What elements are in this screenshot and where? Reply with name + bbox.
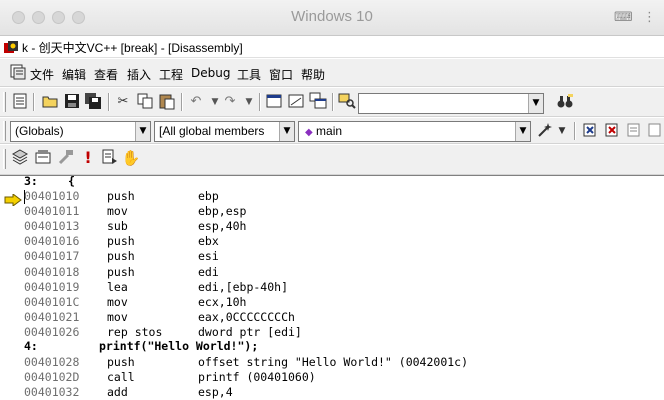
function-combo[interactable]: ◆ main (298, 121, 531, 142)
document-system-icon[interactable] (10, 64, 26, 80)
instruction-address: 00401019 (24, 279, 80, 294)
workspace-window-icon[interactable] (264, 92, 284, 112)
go-icon[interactable] (100, 148, 120, 168)
redo-icon[interactable]: ↷ (220, 92, 240, 112)
instruction-operands: dword ptr [edi] (198, 324, 302, 339)
source-line-number: 3: (24, 174, 38, 188)
output-window-icon[interactable] (286, 92, 306, 112)
instruction-address: 00401026 (24, 324, 80, 339)
instruction-address: 00401010 (24, 189, 80, 203)
instruction-operands: ebp (198, 189, 219, 203)
more-icon[interactable]: ⋮ (643, 10, 656, 25)
cut-icon[interactable]: ✂ (113, 92, 133, 112)
menu-tools[interactable]: 工具 (237, 66, 261, 83)
instruction-mnemonic: push (107, 355, 135, 369)
instruction-pointer-arrow-icon (4, 191, 22, 207)
instruction-address: 00401017 (24, 249, 80, 264)
find-binoculars-icon[interactable] (555, 92, 575, 112)
toolbar-grip[interactable] (3, 92, 6, 112)
stop-build-grey-icon[interactable] (56, 148, 76, 168)
execute-icon[interactable]: ! (78, 148, 98, 168)
instruction-operands: esp,40h (198, 219, 247, 234)
instruction-mnemonic: mov (107, 294, 128, 309)
save-icon[interactable] (62, 92, 82, 112)
menu-project[interactable]: 工程 (159, 66, 183, 83)
hand-breakpoint-icon[interactable]: ✋ (121, 148, 141, 168)
instruction-mnemonic: call (107, 370, 135, 385)
find-combo-dropdown-icon[interactable]: ▼ (528, 94, 543, 113)
instruction-address: 0040102D (24, 370, 80, 385)
instruction-mnemonic: push (107, 234, 135, 249)
instruction-operands: eax,0CCCCCCCCh (198, 309, 295, 324)
instruction-operands: ebx (198, 234, 219, 249)
instruction-operands: ebp,esp (198, 204, 247, 219)
source-line-number: 4: (24, 339, 38, 353)
source-line-code: { (68, 174, 75, 188)
instruction-mnemonic: push (107, 189, 135, 203)
vc-app-icon (4, 40, 18, 54)
instruction-address: 00401013 (24, 219, 80, 234)
menu-window[interactable]: 窗口 (269, 66, 293, 83)
instruction-mnemonic: rep stos (107, 324, 163, 339)
instruction-address: 00401028 (24, 355, 80, 369)
menu-debug[interactable]: Debug (191, 66, 230, 80)
menu-help[interactable]: 帮助 (301, 66, 325, 83)
source-line-code: printf("Hello World!"); (99, 339, 259, 353)
open-folder-icon[interactable] (40, 92, 60, 112)
instruction-operands: offset string "Hello World!" (0042001c) (198, 355, 469, 369)
find-in-files-icon[interactable] (337, 92, 357, 112)
keyboard-icon[interactable]: ⌨ (614, 10, 633, 25)
app-title: k - 创天中文VC++ [break] - [Disassembly] (22, 41, 243, 55)
instruction-operands: edi,[ebp-40h] (198, 279, 289, 294)
instruction-mnemonic: mov (107, 309, 128, 324)
instruction-address: 00401018 (24, 264, 80, 279)
menu-file[interactable]: 文件 (30, 66, 54, 83)
instruction-operands: printf (00401060) (198, 370, 316, 385)
instruction-address: 00401032 (24, 385, 80, 400)
function-combo-dropdown-icon[interactable]: ▼ (515, 122, 530, 141)
find-combo[interactable] (358, 93, 544, 114)
members-combo-dropdown-icon[interactable]: ▼ (279, 122, 294, 141)
stop-build-icon[interactable] (602, 121, 622, 141)
instruction-mnemonic: lea (107, 279, 128, 294)
instruction-address: 00401016 (24, 234, 80, 249)
menu-insert[interactable]: 插入 (127, 66, 151, 83)
more-toolbar-icon[interactable] (646, 121, 664, 141)
instruction-operands: ecx,10h (198, 294, 247, 309)
compile-stack-icon[interactable] (10, 148, 30, 168)
wizard-action-dropdown-icon[interactable]: ▼ (552, 121, 572, 141)
redo-dropdown-icon[interactable]: ▼ (239, 92, 259, 112)
menu-view[interactable]: 查看 (94, 66, 118, 83)
menu-edit[interactable]: 编辑 (62, 66, 86, 83)
workspace-icon[interactable] (10, 92, 30, 112)
instruction-operands: esp,4 (198, 385, 233, 400)
class-combo[interactable]: (Globals) (10, 121, 151, 142)
instruction-operands: edi (198, 264, 219, 279)
instruction-mnemonic: sub (107, 219, 128, 234)
instruction-mnemonic: mov (107, 204, 128, 219)
instruction-mnemonic: push (107, 264, 135, 279)
instruction-operands: esi (198, 249, 219, 264)
instruction-mnemonic: push (107, 249, 135, 264)
instruction-address: 0040101C (24, 294, 80, 309)
window-list-icon[interactable] (308, 92, 328, 112)
paste-icon[interactable] (157, 92, 177, 112)
copy-icon[interactable] (135, 92, 155, 112)
toolbar-grip[interactable] (3, 121, 6, 141)
function-icon: ◆ (305, 127, 313, 138)
class-combo-dropdown-icon[interactable]: ▼ (135, 122, 150, 141)
host-window-title: Windows 10 (291, 8, 373, 25)
build-icon[interactable] (580, 121, 600, 141)
save-all-icon[interactable] (83, 92, 103, 112)
build-all-icon[interactable] (33, 148, 53, 168)
instruction-address: 00401011 (24, 204, 80, 219)
instruction-mnemonic: add (107, 385, 128, 400)
members-combo[interactable]: [All global members (154, 121, 295, 142)
undo-icon[interactable]: ↶ (186, 92, 206, 112)
compile-icon[interactable] (624, 121, 644, 141)
toolbar-grip[interactable] (3, 149, 6, 169)
instruction-address: 00401021 (24, 309, 80, 324)
